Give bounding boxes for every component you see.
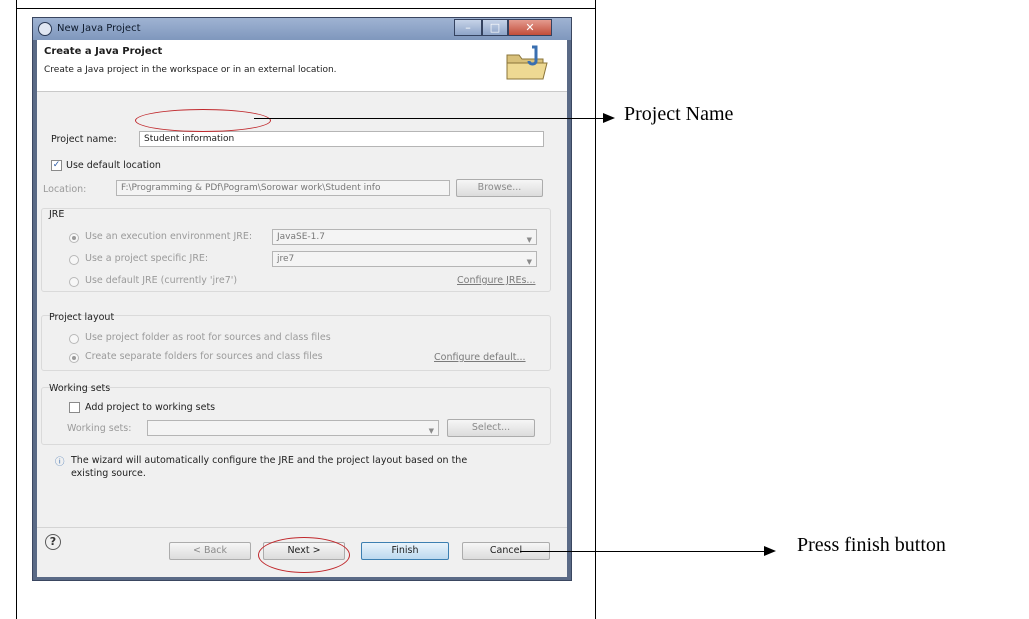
exec-env-label: Use an execution environment JRE: <box>85 231 253 242</box>
browse-button[interactable]: Browse... <box>456 179 543 197</box>
working-sets-combo[interactable]: ▼ <box>147 420 439 436</box>
window-title: New Java Project <box>57 23 141 34</box>
project-specific-jre-label: Use a project specific JRE: <box>85 253 209 264</box>
eclipse-icon <box>38 22 52 36</box>
configure-jres-link[interactable]: Configure JREs... <box>457 275 535 286</box>
next-button-highlight-ellipse <box>258 537 350 573</box>
layout-separate-radio[interactable] <box>69 353 79 363</box>
chevron-down-icon: ▼ <box>526 236 532 244</box>
info-text-line2: existing source. <box>71 468 146 479</box>
new-java-project-window: New Java Project – □ ✕ Create a Java Pro… <box>32 17 572 581</box>
minimize-button[interactable]: – <box>454 19 482 36</box>
select-working-sets-button[interactable]: Select... <box>447 419 535 437</box>
banner-description: Create a Java project in the workspace o… <box>44 65 337 75</box>
wizard-content: Create a Java Project Create a Java proj… <box>37 40 567 577</box>
add-to-working-sets-checkbox[interactable] <box>69 402 80 413</box>
project-specific-jre-radio[interactable] <box>69 255 79 265</box>
finish-button[interactable]: Finish <box>361 542 449 560</box>
project-name-highlight-ellipse <box>135 109 271 132</box>
layout-root-radio[interactable] <box>69 334 79 344</box>
default-jre-radio[interactable] <box>69 277 79 287</box>
chevron-down-icon: ▼ <box>428 427 434 435</box>
page-border-top <box>16 8 596 9</box>
help-button[interactable]: ? <box>45 534 61 550</box>
jre-group-title: JRE <box>49 209 65 220</box>
project-name-label: Project name: <box>51 134 117 145</box>
arrow-head-icon <box>764 546 776 556</box>
page-border-left <box>16 0 17 619</box>
layout-separate-label: Create separate folders for sources and … <box>85 351 323 362</box>
working-sets-title: Working sets <box>49 383 111 394</box>
working-sets-label: Working sets: <box>67 423 132 434</box>
add-to-working-sets-label: Add project to working sets <box>85 402 216 413</box>
banner-title: Create a Java Project <box>44 46 163 57</box>
project-name-annotation: Project Name <box>624 103 734 125</box>
layout-root-label: Use project folder as root for sources a… <box>85 332 331 343</box>
project-name-input[interactable]: Student information <box>139 131 544 147</box>
maximize-button[interactable]: □ <box>482 19 508 36</box>
default-jre-label: Use default JRE (currently 'jre7') <box>85 275 238 286</box>
exec-env-radio[interactable] <box>69 233 79 243</box>
project-name-arrow-line <box>254 118 604 119</box>
exec-env-combo[interactable]: JavaSE-1.7 ▼ <box>272 229 537 245</box>
info-text-line1: The wizard will automatically configure … <box>71 455 468 466</box>
location-input[interactable]: F:\Programming & PDf\Pogram\Sorowar work… <box>116 180 450 196</box>
java-project-folder-icon <box>506 45 548 80</box>
close-button[interactable]: ✕ <box>508 19 552 36</box>
project-specific-jre-value: jre7 <box>277 254 295 264</box>
finish-arrow-line <box>520 551 765 552</box>
use-default-location-label: Use default location <box>66 160 161 171</box>
title-bar[interactable]: New Java Project – □ ✕ <box>33 18 571 40</box>
arrow-head-icon <box>603 113 615 123</box>
chevron-down-icon: ▼ <box>526 258 532 266</box>
exec-env-value: JavaSE-1.7 <box>277 232 325 242</box>
project-specific-jre-combo[interactable]: jre7 ▼ <box>272 251 537 267</box>
project-layout-title: Project layout <box>49 312 115 323</box>
location-label: Location: <box>43 184 87 195</box>
configure-default-link[interactable]: Configure default... <box>434 352 526 363</box>
footer-divider <box>37 527 567 528</box>
use-default-location-checkbox[interactable]: ✓ <box>51 160 62 171</box>
info-icon: ⓘ <box>55 457 65 468</box>
page-border-right <box>595 0 596 619</box>
wizard-banner: Create a Java Project Create a Java proj… <box>37 40 567 92</box>
finish-annotation: Press finish button <box>797 534 946 556</box>
back-button[interactable]: < Back <box>169 542 251 560</box>
